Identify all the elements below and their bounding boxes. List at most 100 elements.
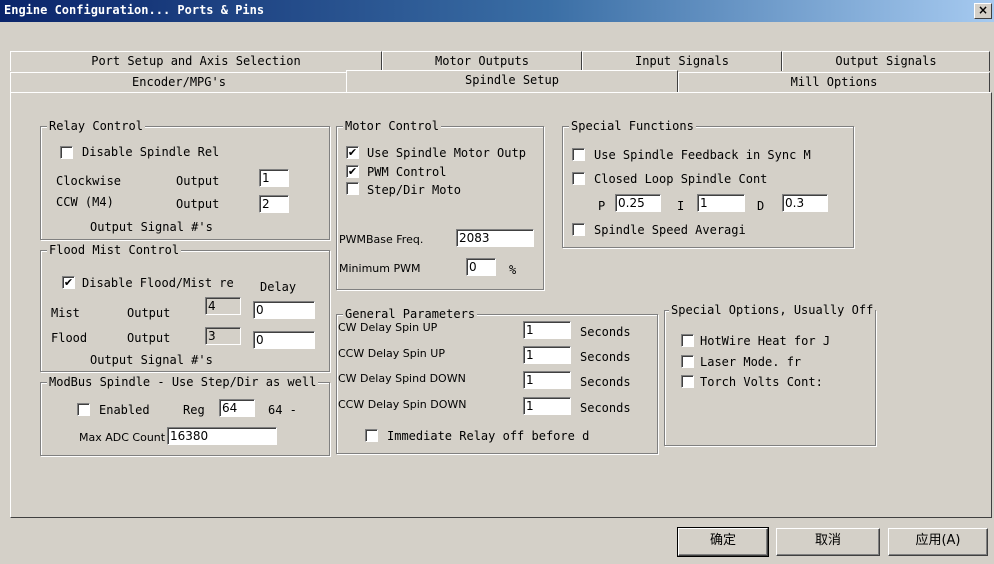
reg-suffix: 64 - — [268, 403, 297, 417]
ccw-output-label: Output — [176, 197, 220, 211]
mist-label: Mist — [51, 306, 80, 320]
ccw-spin-up-field[interactable]: 1 — [523, 346, 571, 364]
general-parameters-title: General Parameters — [343, 307, 478, 321]
spindle-feedback-label: Use Spindle Feedback in Sync M — [594, 148, 811, 162]
i-label: I — [677, 199, 685, 213]
hotwire-checkbox[interactable] — [681, 334, 694, 347]
clockwise-output-field[interactable]: 1 — [259, 169, 289, 187]
step-dir-motor-label: Step/Dir Moto — [367, 183, 461, 197]
pwm-base-label: PWMBase Freq. — [339, 233, 424, 246]
closed-loop-checkbox[interactable] — [572, 172, 585, 185]
relay-control-group: Relay Control Disable Spindle Rel Clockw… — [40, 119, 330, 240]
immediate-relay-label: Immediate Relay off before d — [387, 429, 590, 443]
modbus-enabled-label: Enabled — [99, 403, 150, 417]
ccw-output-field[interactable]: 2 — [259, 195, 289, 213]
ccw-spin-down-label: CCW Delay Spin DOWN — [338, 398, 467, 411]
minimum-pwm-unit: % — [509, 263, 517, 277]
tab-encoder-mpg[interactable]: Encoder/MPG's — [10, 72, 348, 92]
speed-averaging-checkbox[interactable] — [572, 223, 585, 236]
delay-label: Delay — [260, 280, 297, 294]
pwm-base-field[interactable]: 2083 — [456, 229, 534, 247]
special-options-group: Special Options, Usually Off HotWire Hea… — [664, 303, 876, 446]
speed-averaging-label: Spindle Speed Averagi — [594, 223, 746, 237]
flood-output-label: Output — [127, 331, 171, 345]
title-bar[interactable]: Engine Configuration... Ports & Pins × — [0, 0, 994, 22]
ccw-spin-down-unit: Seconds — [580, 401, 631, 415]
minimum-pwm-field[interactable]: 0 — [466, 258, 496, 276]
reg-label: Reg — [183, 403, 205, 417]
use-spindle-motor-checkbox[interactable]: ✔ — [346, 146, 359, 159]
cw-spin-up-unit: Seconds — [580, 325, 631, 339]
reg-field[interactable]: 64 — [219, 399, 255, 417]
cancel-button[interactable]: 取消 — [776, 528, 880, 556]
minimum-pwm-label: Minimum PWM — [339, 262, 421, 275]
laser-mode-label: Laser Mode. fr — [700, 355, 802, 369]
max-adc-label: Max ADC Count — [79, 431, 166, 444]
ccw-spin-up-label: CCW Delay Spin UP — [338, 347, 445, 360]
tab-output-signals[interactable]: Output Signals — [782, 51, 990, 71]
immediate-relay-checkbox[interactable] — [365, 429, 378, 442]
tab-port-setup[interactable]: Port Setup and Axis Selection — [10, 51, 382, 71]
ccw-label: CCW (M4) — [56, 195, 114, 209]
flood-output-signal-label: Output Signal #'s — [90, 353, 213, 367]
cw-spin-up-label: CW Delay Spin UP — [338, 321, 438, 334]
ccw-spin-up-unit: Seconds — [580, 350, 631, 364]
disable-spindle-relay-label: Disable Spindle Rel — [82, 145, 220, 159]
disable-spindle-relay-checkbox[interactable] — [60, 146, 73, 159]
max-adc-field[interactable]: 16380 — [167, 427, 277, 445]
apply-button[interactable]: 应用(A) — [888, 528, 988, 556]
relay-output-signal-label: Output Signal #'s — [90, 220, 213, 234]
disable-flood-mist-label: Disable Flood/Mist re — [82, 276, 234, 290]
hotwire-label: HotWire Heat for J — [700, 334, 831, 348]
modbus-enabled-checkbox[interactable] — [77, 403, 90, 416]
closed-loop-label: Closed Loop Spindle Cont — [594, 172, 768, 186]
motor-control-group: Motor Control ✔ Use Spindle Motor Outp ✔… — [336, 119, 544, 290]
spindle-feedback-checkbox[interactable] — [572, 148, 585, 161]
general-parameters-group: General Parameters CW Delay Spin UP 1 Se… — [336, 307, 658, 454]
flood-delay-field[interactable]: 0 — [253, 331, 315, 349]
window-title: Engine Configuration... Ports & Pins — [4, 3, 265, 17]
close-icon: × — [977, 3, 989, 17]
ccw-spin-down-field[interactable]: 1 — [523, 397, 571, 415]
clockwise-label: Clockwise — [56, 174, 122, 188]
flood-mist-group: Flood Mist Control ✔ Disable Flood/Mist … — [40, 243, 330, 372]
disable-flood-mist-checkbox[interactable]: ✔ — [62, 276, 75, 289]
step-dir-motor-checkbox[interactable] — [346, 182, 359, 195]
tab-mill-options[interactable]: Mill Options — [678, 72, 990, 92]
special-options-title: Special Options, Usually Off — [669, 303, 876, 317]
p-field[interactable]: 0.25 — [615, 194, 661, 212]
flood-mist-title: Flood Mist Control — [47, 243, 182, 257]
d-label: D — [757, 199, 765, 213]
clockwise-output-label: Output — [176, 174, 220, 188]
torch-volts-checkbox[interactable] — [681, 375, 694, 388]
flood-label: Flood — [51, 331, 88, 345]
pwm-control-checkbox[interactable]: ✔ — [346, 165, 359, 178]
pwm-control-label: PWM Control — [367, 165, 447, 179]
motor-control-title: Motor Control — [343, 119, 441, 133]
p-label: P — [598, 199, 606, 213]
tab-spindle-setup[interactable]: Spindle Setup — [346, 70, 678, 92]
cw-spin-down-label: CW Delay Spind DOWN — [338, 372, 466, 385]
close-button[interactable]: × — [974, 3, 992, 19]
mist-output-label: Output — [127, 306, 171, 320]
tab-motor-outputs[interactable]: Motor Outputs — [382, 51, 582, 71]
d-field[interactable]: 0.3 — [782, 194, 828, 212]
cw-spin-down-field[interactable]: 1 — [523, 371, 571, 389]
dialog-window: Engine Configuration... Ports & Pins × P… — [0, 0, 994, 564]
i-field[interactable]: 1 — [697, 194, 745, 212]
cw-spin-down-unit: Seconds — [580, 375, 631, 389]
mist-output-field[interactable]: 4 — [205, 297, 241, 315]
cw-spin-up-field[interactable]: 1 — [523, 321, 571, 339]
ok-button[interactable]: 确定 — [677, 527, 769, 557]
torch-volts-label: Torch Volts Cont: — [700, 375, 823, 389]
special-functions-group: Special Functions Use Spindle Feedback i… — [562, 119, 854, 248]
use-spindle-motor-label: Use Spindle Motor Outp — [367, 146, 526, 160]
mist-delay-field[interactable]: 0 — [253, 301, 315, 319]
special-functions-title: Special Functions — [569, 119, 696, 133]
laser-mode-checkbox[interactable] — [681, 355, 694, 368]
relay-control-title: Relay Control — [47, 119, 145, 133]
modbus-spindle-group: ModBus Spindle - Use Step/Dir as well En… — [40, 375, 330, 456]
tab-input-signals[interactable]: Input Signals — [582, 51, 782, 71]
modbus-spindle-title: ModBus Spindle - Use Step/Dir as well — [47, 375, 319, 389]
flood-output-field[interactable]: 3 — [205, 327, 241, 345]
